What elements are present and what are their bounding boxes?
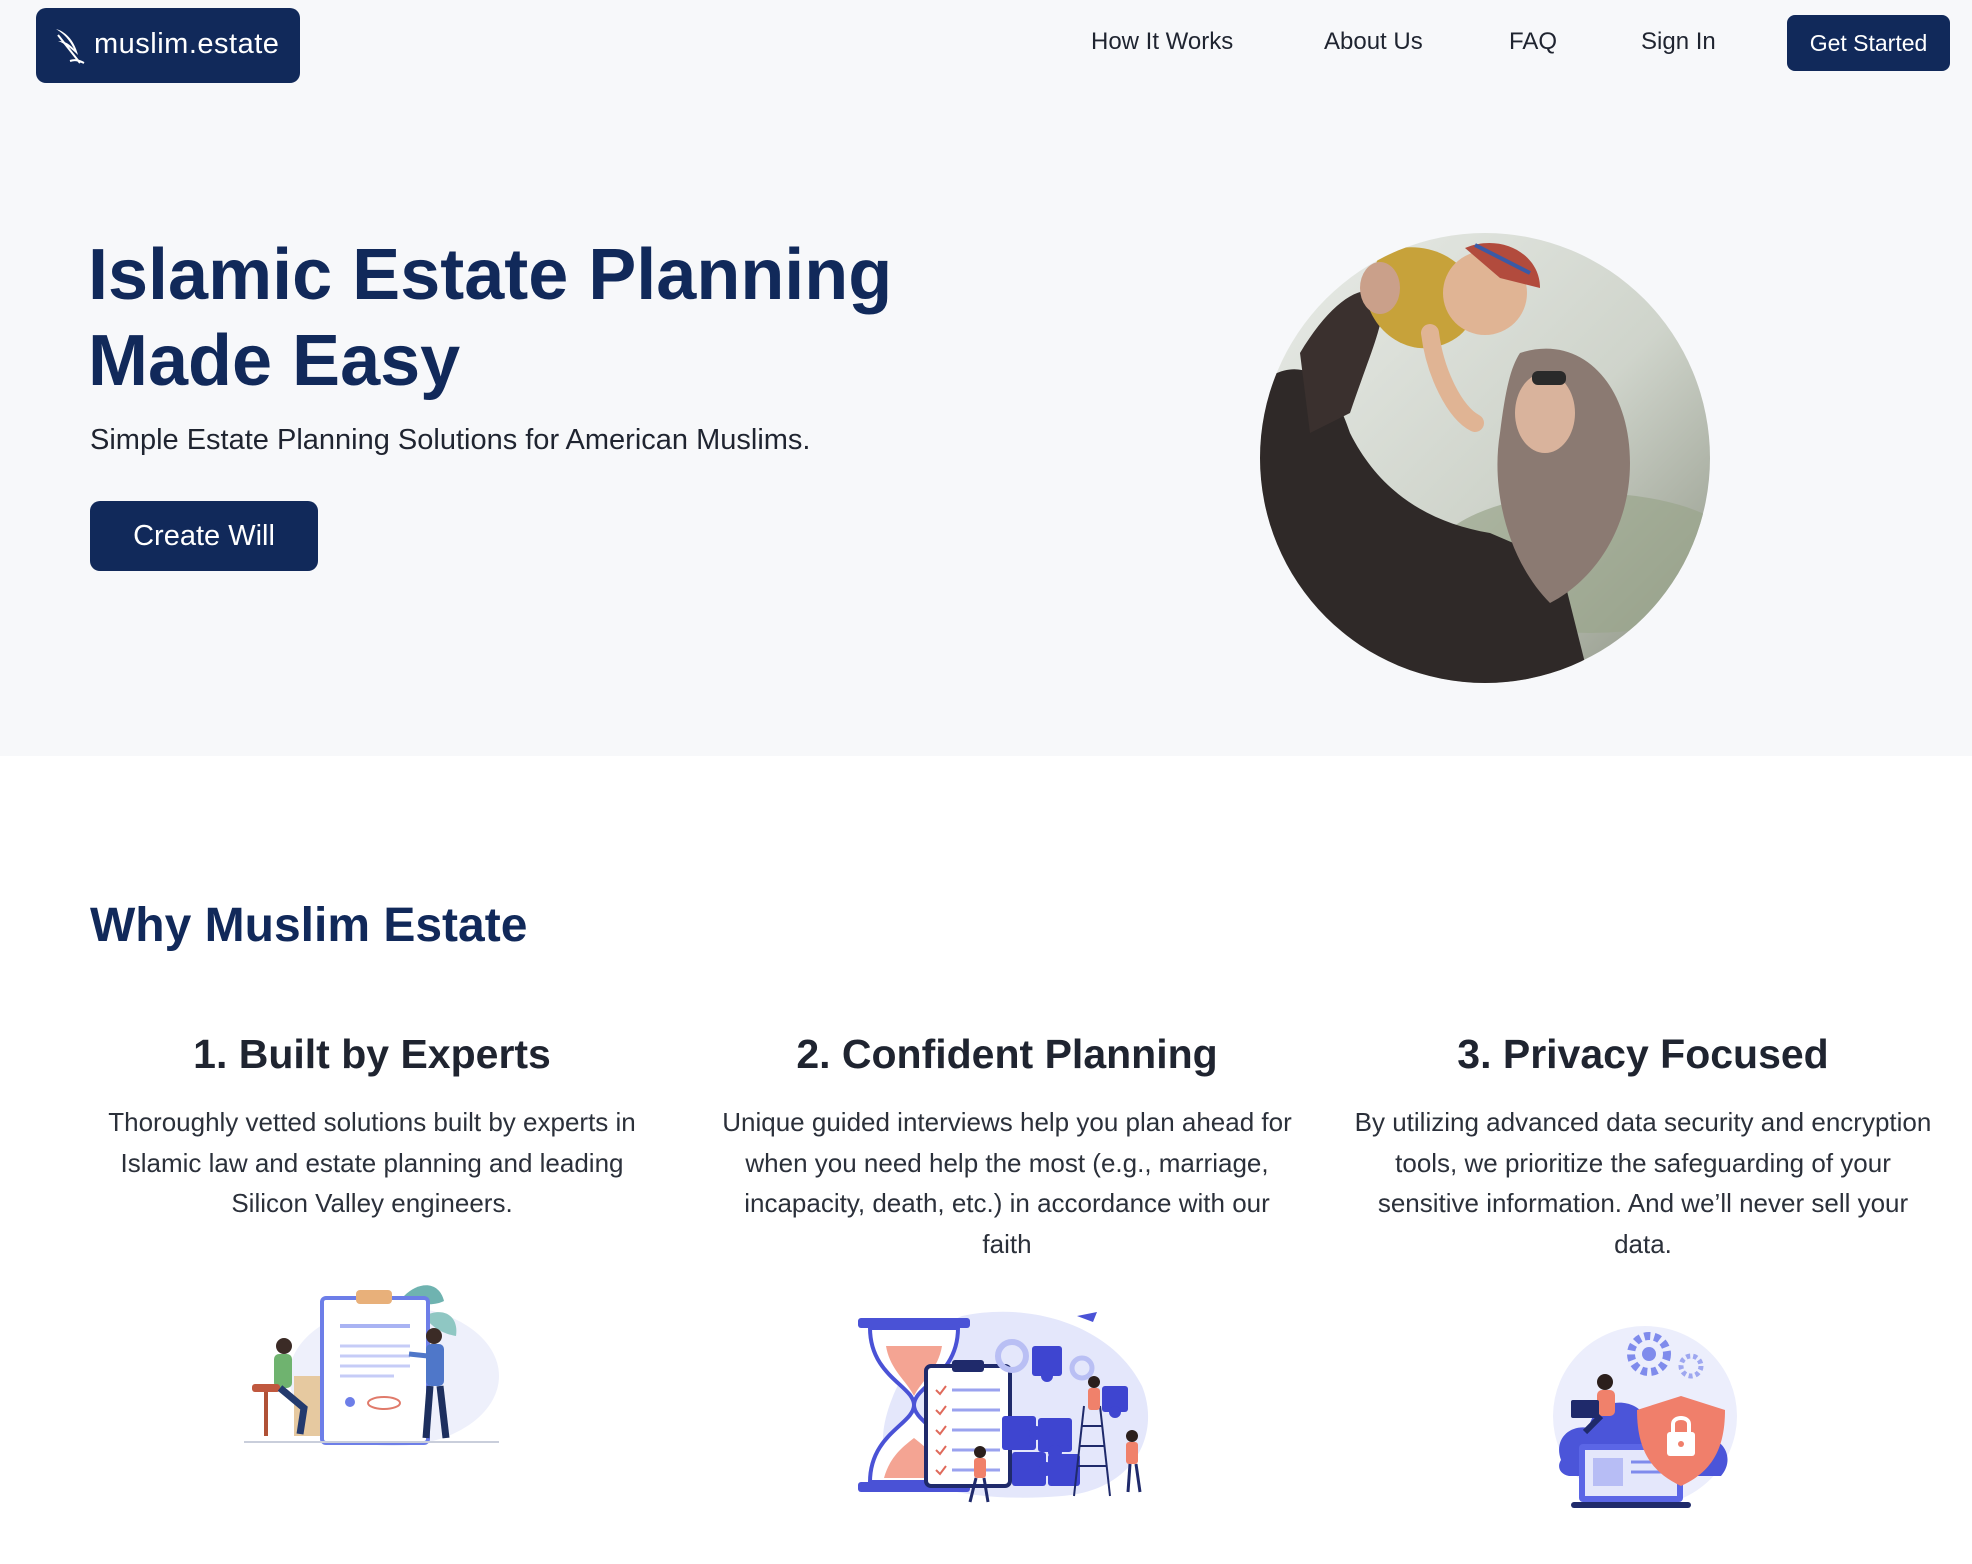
nav-how-it-works[interactable]: How It Works bbox=[1091, 28, 1233, 56]
nav-sign-in[interactable]: Sign In bbox=[1641, 28, 1716, 56]
document-signing-illustration bbox=[244, 1285, 499, 1446]
get-started-button[interactable]: Get Started bbox=[1787, 15, 1950, 71]
create-will-button[interactable]: Create Will bbox=[90, 501, 318, 571]
nav-about-us[interactable]: About Us bbox=[1324, 28, 1423, 56]
nav-faq[interactable]: FAQ bbox=[1509, 28, 1557, 56]
mother-lifting-baby-photo bbox=[1260, 233, 1710, 683]
feature-card: 2. Confident Planning Unique guided inte… bbox=[717, 1028, 1297, 1264]
brand-name: muslim.estate bbox=[94, 28, 280, 60]
feature-card: 3. Privacy Focused By utilizing advanced… bbox=[1353, 1028, 1933, 1264]
feature-title: 2. Confident Planning bbox=[796, 1031, 1218, 1077]
feature-description: Unique guided interviews help you plan a… bbox=[722, 1107, 1292, 1259]
hero-section: muslim.estate How It Works About Us FAQ … bbox=[0, 0, 1972, 756]
hourglass-puzzle-illustration bbox=[858, 1311, 1149, 1503]
feature-description: By utilizing advanced data security and … bbox=[1354, 1107, 1932, 1259]
feature-title: 1. Built by Experts bbox=[193, 1031, 551, 1077]
security-shield-illustration bbox=[1553, 1326, 1737, 1508]
quill-feather-icon bbox=[56, 29, 85, 64]
feature-card: 1. Built by Experts Thoroughly vetted so… bbox=[82, 1028, 662, 1224]
site-logo[interactable]: muslim.estate bbox=[36, 8, 300, 83]
feature-title: 3. Privacy Focused bbox=[1457, 1031, 1829, 1077]
hero-subtitle: Simple Estate Planning Solutions for Ame… bbox=[90, 424, 811, 456]
feature-description: Thoroughly vetted solutions built by exp… bbox=[108, 1107, 636, 1218]
why-section-title: Why Muslim Estate bbox=[90, 899, 528, 952]
hero-title: Islamic Estate Planning Made Easy bbox=[88, 235, 893, 401]
